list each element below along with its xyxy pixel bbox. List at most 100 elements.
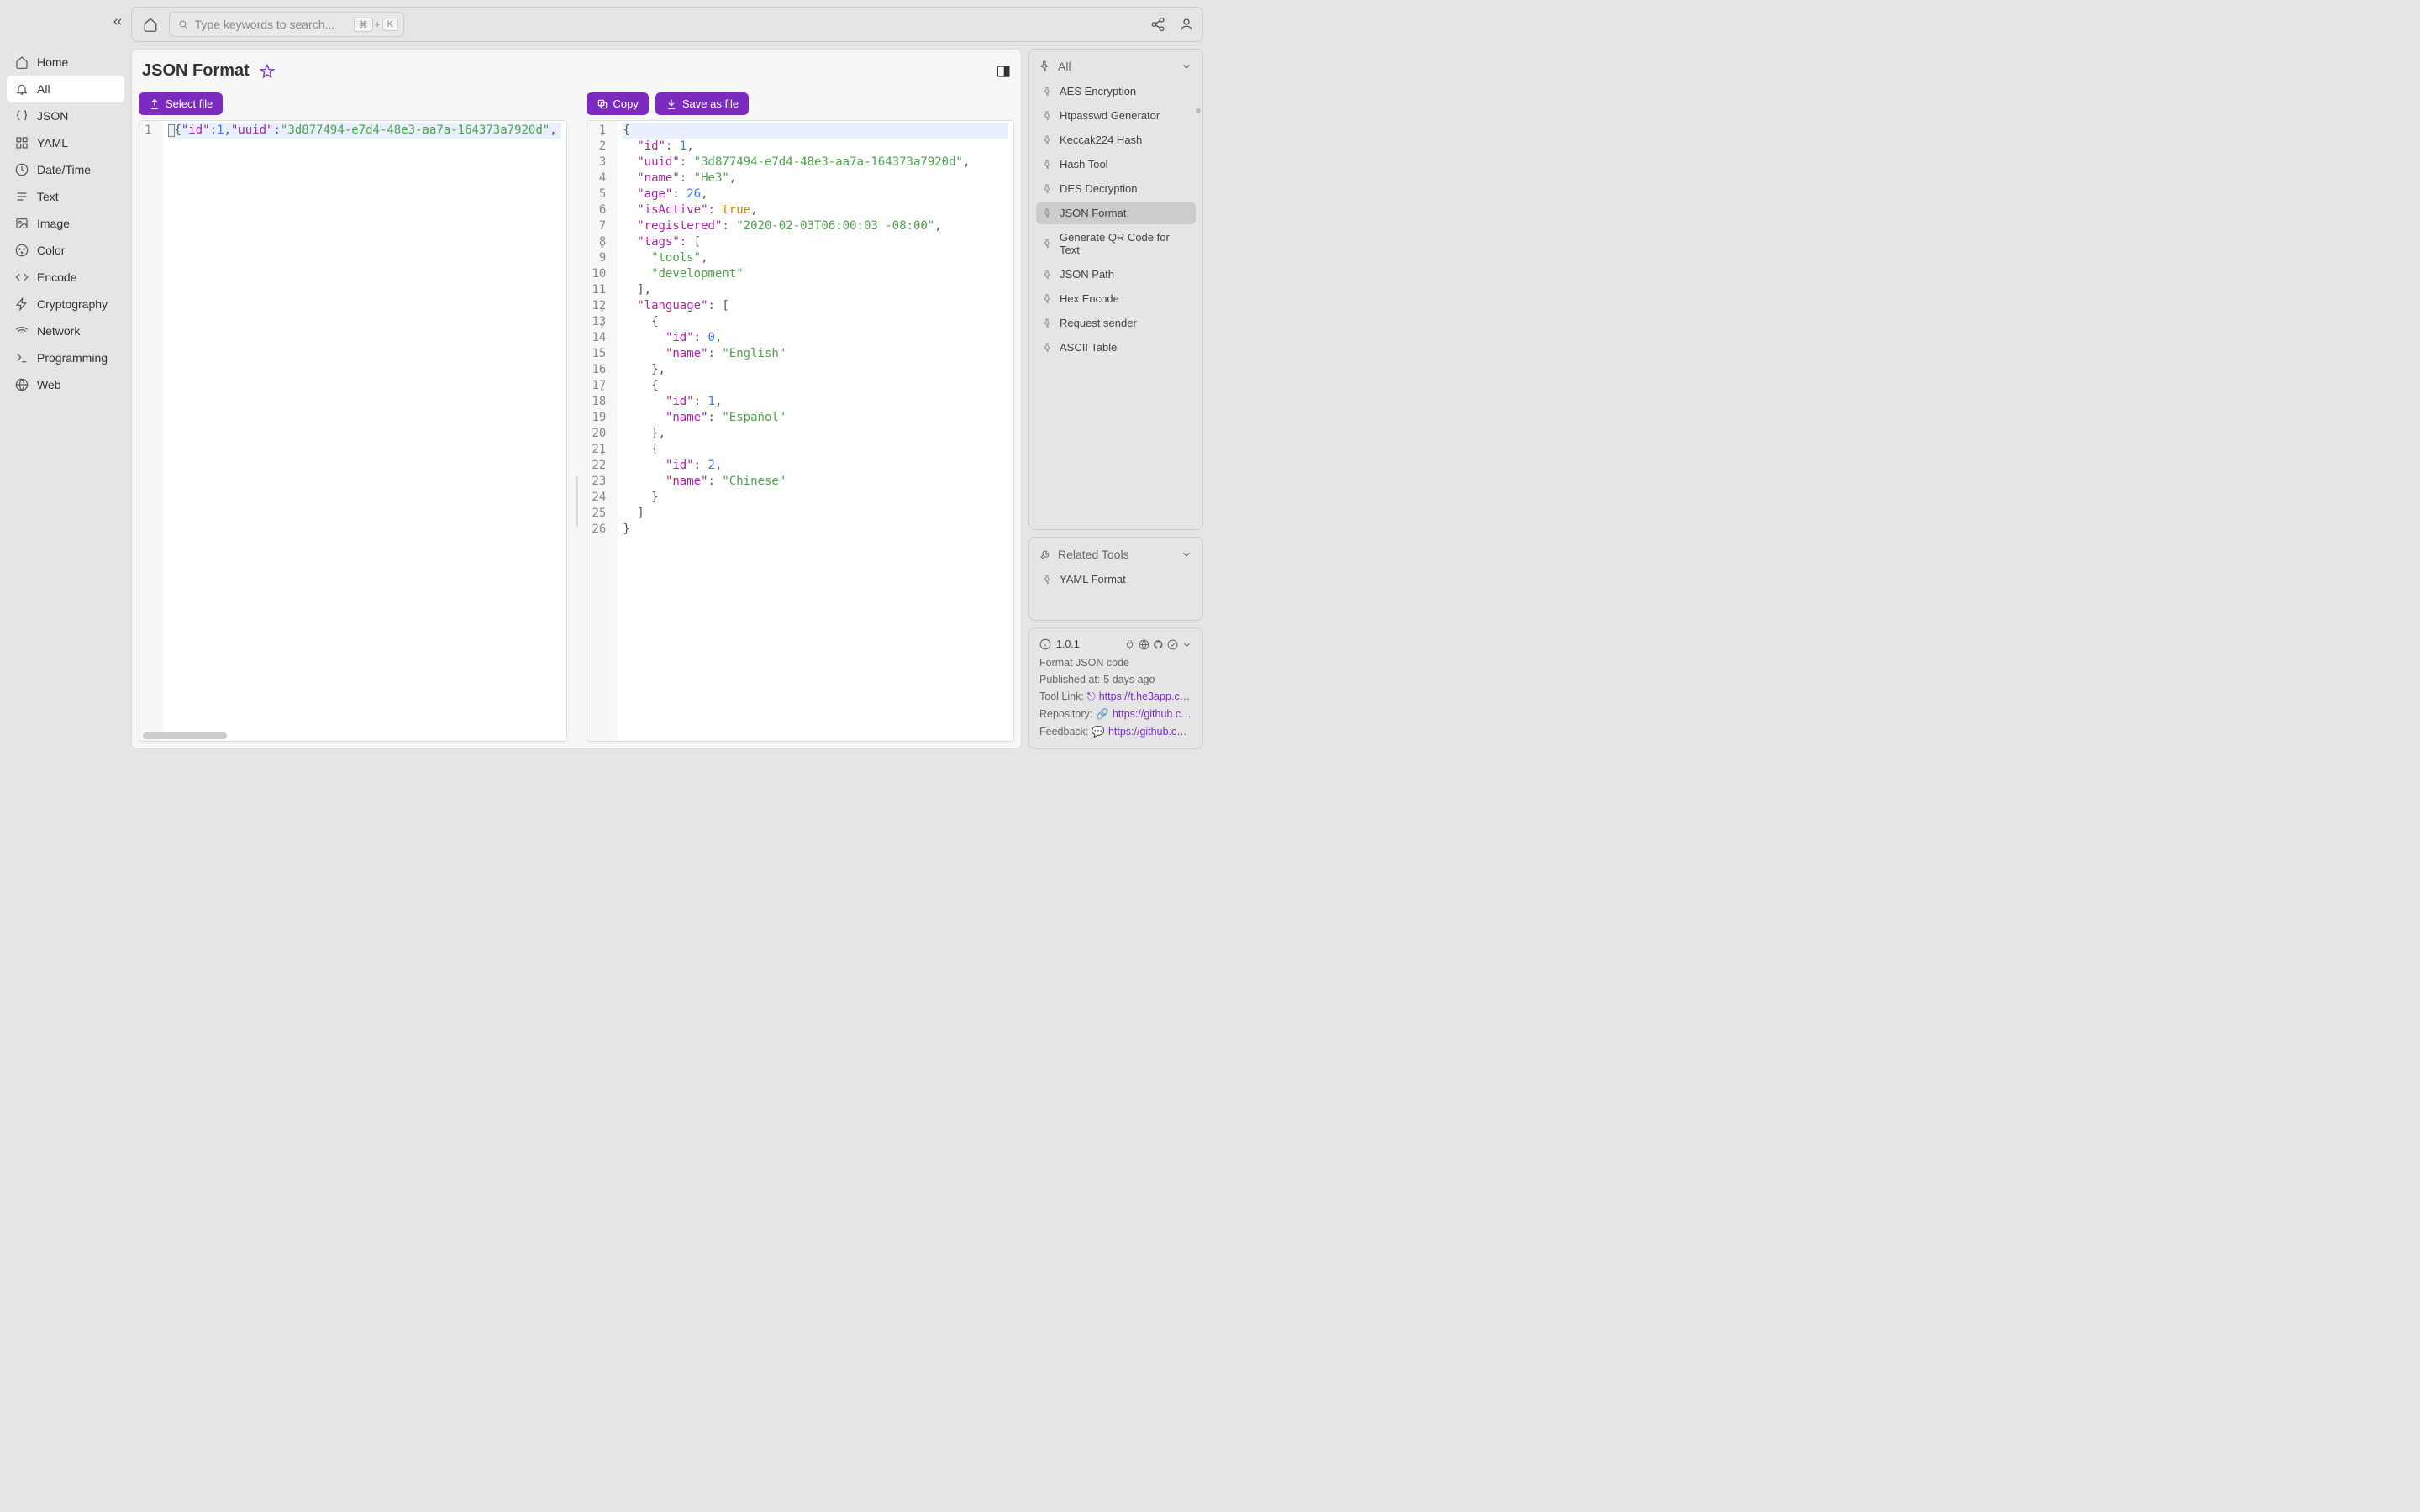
chevron-down-icon[interactable] (1181, 639, 1192, 650)
bell-icon (15, 82, 29, 96)
info-feedback: Feedback: 💬 https://github.com/… (1039, 726, 1192, 738)
main-area: ⌘ + K JSON Format (131, 0, 1210, 756)
content-panel: JSON Format Select file (131, 49, 1022, 749)
tool-item-label: Hex Encode (1060, 292, 1119, 305)
sidebar-item-label: Text (37, 190, 59, 203)
copy-button[interactable]: Copy (587, 92, 649, 115)
tool-item-des-decryption[interactable]: DES Decryption (1036, 177, 1196, 200)
tool-item-request-sender[interactable]: Request sender (1036, 312, 1196, 334)
user-button[interactable] (1179, 17, 1194, 32)
tool-item-label: Request sender (1060, 317, 1137, 329)
select-file-button[interactable]: Select file (139, 92, 223, 115)
sidebar-item-date-time[interactable]: Date/Time (7, 156, 124, 183)
repo-link[interactable]: https://github.com… (1113, 708, 1192, 721)
sidebar-item-label: Web (37, 378, 61, 391)
download-icon (666, 98, 677, 110)
page-header: JSON Format (132, 50, 1021, 92)
tool-item-hex-encode[interactable]: Hex Encode (1036, 287, 1196, 310)
input-editor-column: Select file 1 {"id":1,"uuid":"3d877494-e… (139, 92, 567, 742)
sidebar-item-web[interactable]: Web (7, 371, 124, 398)
sidebar-item-label: Image (37, 217, 70, 230)
horizontal-scrollbar[interactable] (143, 732, 227, 739)
tool-item-keccak224-hash[interactable]: Keccak224 Hash (1036, 129, 1196, 151)
editor-divider-handle[interactable] (576, 476, 578, 527)
toggle-right-panel-button[interactable] (996, 64, 1011, 79)
sidebar-item-image[interactable]: Image (7, 210, 124, 237)
related-tools-panel: Related Tools YAML Format (1028, 537, 1203, 621)
feedback-link[interactable]: https://github.com/… (1108, 726, 1192, 738)
clock-icon (15, 163, 29, 176)
tools-scrollbar[interactable] (1196, 108, 1201, 113)
tool-item-hash-tool[interactable]: Hash Tool (1036, 153, 1196, 176)
tool-item-json-path[interactable]: JSON Path (1036, 263, 1196, 286)
sidebar-item-yaml[interactable]: YAML (7, 129, 124, 156)
related-panel-header[interactable]: Related Tools (1036, 544, 1196, 568)
save-as-file-button[interactable]: Save as file (655, 92, 749, 115)
favorite-button[interactable] (260, 64, 275, 79)
sidebar-item-label: Cryptography (37, 297, 108, 311)
text-icon (15, 190, 29, 203)
terminal-icon (15, 351, 29, 365)
sidebar-item-label: Color (37, 244, 65, 257)
tool-item-yaml-format[interactable]: YAML Format (1036, 568, 1196, 591)
sidebar-item-label: YAML (37, 136, 68, 150)
copy-icon (597, 98, 608, 110)
tool-item-json-format[interactable]: JSON Format (1036, 202, 1196, 224)
pin-icon (1043, 343, 1053, 353)
link-icon: ⎋ (1087, 690, 1096, 703)
sidebar-item-encode[interactable]: Encode (7, 264, 124, 291)
search-input[interactable] (195, 18, 347, 31)
input-code-editor[interactable]: 1 {"id":1,"uuid":"3d877494-e7d4-48e3-aa7… (139, 120, 567, 742)
search-box[interactable]: ⌘ + K (169, 12, 404, 37)
palette-icon (15, 244, 29, 257)
sidebar-item-text[interactable]: Text (7, 183, 124, 210)
output-editor-column: Copy Save as file 1⌄2345678⌄9101112⌄13⌄1… (587, 92, 1015, 742)
sidebar-item-label: All (37, 82, 50, 96)
image-icon (15, 217, 29, 230)
sidebar-item-color[interactable]: Color (7, 237, 124, 264)
tool-item-generate-qr-code-for-text[interactable]: Generate QR Code for Text (1036, 226, 1196, 261)
right-column: All AES EncryptionHtpasswd Generator Kecc… (1028, 49, 1203, 749)
sidebar-item-json[interactable]: JSON (7, 102, 124, 129)
info-published: Published at: 5 days ago (1039, 674, 1192, 685)
share-button[interactable] (1150, 17, 1165, 32)
page-title: JSON Format (142, 61, 250, 81)
tool-item-ascii-table[interactable]: ASCII Table (1036, 336, 1196, 359)
pin-icon (1043, 270, 1053, 280)
pin-icon (1043, 135, 1053, 145)
tool-icon (1039, 549, 1051, 560)
sidebar-item-programming[interactable]: Programming (7, 344, 124, 371)
sidebar-item-label: Date/Time (37, 163, 91, 176)
code-icon (15, 270, 29, 284)
tools-panel-header[interactable]: All (1036, 56, 1196, 80)
tool-item-label: JSON Path (1060, 268, 1114, 281)
globe-icon (15, 378, 29, 391)
sidebar-item-cryptography[interactable]: Cryptography (7, 291, 124, 318)
keyboard-shortcut-hint: ⌘ + K (354, 18, 398, 32)
pin-icon (1043, 294, 1053, 304)
sidebar-item-label: Network (37, 324, 80, 338)
pin-icon (1043, 184, 1053, 194)
github-icon[interactable] (1153, 639, 1164, 650)
tool-link[interactable]: https://t.he3app.co… (1099, 690, 1192, 703)
info-icon (1039, 638, 1051, 650)
collapse-sidebar-button[interactable] (111, 15, 124, 29)
pin-icon (1043, 87, 1053, 97)
sidebar-item-home[interactable]: Home (7, 49, 124, 76)
left-sidebar: Home All JSON YAML Date/Time Text Image Color En… (0, 0, 131, 756)
home-button[interactable] (140, 14, 160, 34)
output-code-editor[interactable]: 1⌄2345678⌄9101112⌄13⌄14151617⌄18192021⌄2… (587, 120, 1015, 742)
plug-icon[interactable] (1124, 639, 1135, 650)
check-icon[interactable] (1167, 639, 1178, 650)
info-description: Format JSON code (1039, 657, 1192, 669)
sidebar-item-all[interactable]: All (7, 76, 124, 102)
sidebar-item-network[interactable]: Network (7, 318, 124, 344)
tool-item-htpasswd-generator[interactable]: Htpasswd Generator (1036, 104, 1196, 127)
tool-item-label: Keccak224 Hash (1060, 134, 1142, 146)
pin-icon (1043, 239, 1053, 249)
sidebar-item-label: Home (37, 55, 68, 69)
tool-item-aes-encryption[interactable]: AES Encryption (1036, 80, 1196, 102)
globe-icon[interactable] (1139, 639, 1150, 650)
search-icon (178, 18, 188, 30)
tool-item-label: ASCII Table (1060, 341, 1117, 354)
